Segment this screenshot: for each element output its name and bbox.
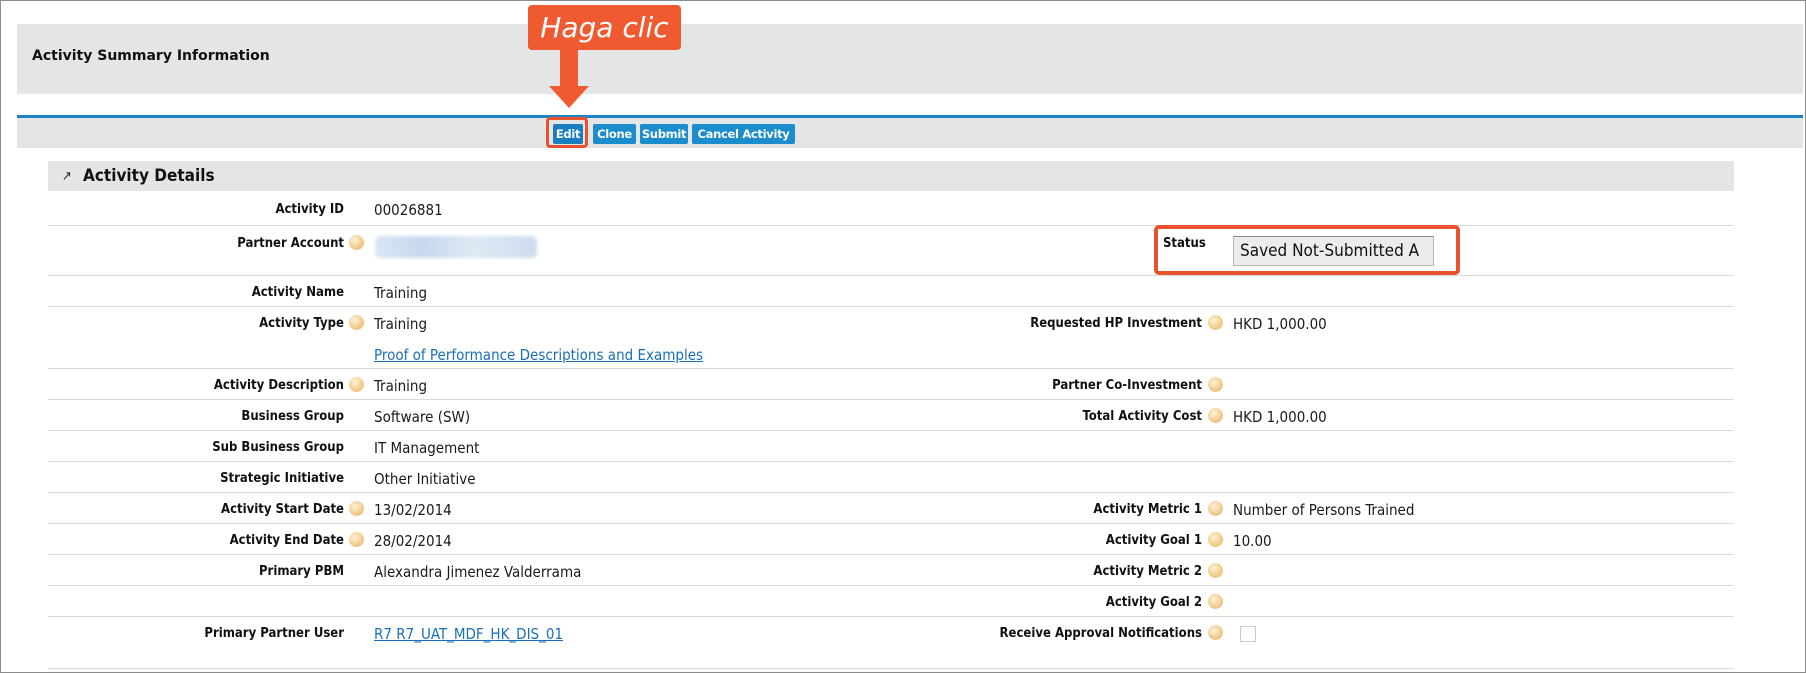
help-icon[interactable]: [349, 377, 364, 392]
row-divider: [48, 523, 1734, 524]
row-divider: [48, 306, 1734, 307]
summary-header: Activity Summary Information: [17, 24, 1803, 94]
activity-start-date-value: 13/02/2014: [374, 501, 452, 519]
activity-end-date-value: 28/02/2014: [374, 532, 452, 550]
receive-approval-notifications-label: Receive Approval Notifications: [999, 626, 1202, 641]
sub-business-group-value: IT Management: [374, 439, 480, 457]
down-arrow-icon: [549, 86, 589, 108]
activity-metric-1-label: Activity Metric 1: [1093, 502, 1202, 517]
activity-end-date-label: Activity End Date: [229, 533, 344, 548]
help-icon[interactable]: [1208, 315, 1223, 330]
section-title: Activity Details: [83, 166, 215, 186]
proof-of-performance-link[interactable]: Proof of Performance Descriptions and Ex…: [374, 346, 703, 364]
row-divider: [48, 430, 1734, 431]
submit-button[interactable]: Submit: [640, 124, 688, 144]
help-icon[interactable]: [1208, 563, 1223, 578]
activity-id-label: Activity ID: [275, 202, 344, 217]
help-icon[interactable]: [1208, 532, 1223, 547]
clone-button[interactable]: Clone: [593, 124, 636, 144]
row-divider: [48, 585, 1734, 586]
activity-id-value: 00026881: [374, 201, 443, 219]
row-divider: [48, 225, 1734, 226]
activity-type-value: Training: [374, 315, 428, 333]
help-icon[interactable]: [1208, 501, 1223, 516]
activity-description-value: Training: [374, 377, 428, 395]
row-divider: [48, 492, 1734, 493]
activity-metric-2-label: Activity Metric 2: [1093, 564, 1202, 579]
receive-approval-notifications-checkbox[interactable]: [1240, 626, 1256, 642]
primary-partner-user-link[interactable]: R7 R7_UAT_MDF_HK_DIS_01: [374, 625, 563, 643]
requested-hp-investment-value: HKD 1,000.00: [1233, 315, 1327, 333]
requested-hp-investment-label: Requested HP Investment: [1030, 316, 1202, 331]
action-toolbar: [17, 118, 1803, 148]
help-icon[interactable]: [1208, 594, 1223, 609]
primary-pbm-label: Primary PBM: [258, 564, 344, 579]
business-group-label: Business Group: [241, 409, 344, 424]
activity-name-value: Training: [374, 284, 428, 302]
primary-pbm-value: Alexandra Jimenez Valderrama: [374, 563, 582, 581]
edit-button-highlight: [546, 117, 588, 148]
primary-partner-user-label: Primary Partner User: [204, 626, 344, 641]
help-icon[interactable]: [349, 235, 364, 250]
collapse-arrow-icon[interactable]: ↗: [62, 169, 72, 184]
partner-account-label: Partner Account: [237, 236, 344, 251]
partner-co-investment-label: Partner Co-Investment: [1052, 378, 1202, 393]
activity-description-label: Activity Description: [213, 378, 344, 393]
activity-metric-1-value: Number of Persons Trained: [1233, 501, 1415, 519]
row-divider: [48, 668, 1734, 669]
activity-type-label: Activity Type: [259, 316, 344, 331]
strategic-initiative-label: Strategic Initiative: [220, 471, 344, 486]
callout-haga-clic: Haga clic: [528, 5, 681, 50]
help-icon[interactable]: [1208, 377, 1223, 392]
partner-account-value-blurred[interactable]: [375, 236, 537, 258]
row-divider: [48, 399, 1734, 400]
activity-goal-2-label: Activity Goal 2: [1105, 595, 1202, 610]
activity-start-date-label: Activity Start Date: [221, 502, 344, 517]
row-divider: [48, 275, 1734, 276]
total-activity-cost-value: HKD 1,000.00: [1233, 408, 1327, 426]
sub-business-group-label: Sub Business Group: [212, 440, 344, 455]
help-icon[interactable]: [349, 315, 364, 330]
activity-goal-1-label: Activity Goal 1: [1105, 533, 1202, 548]
cancel-activity-button[interactable]: Cancel Activity: [692, 124, 795, 144]
row-divider: [48, 554, 1734, 555]
callout-arrow-shaft: [560, 50, 578, 88]
help-icon[interactable]: [1208, 625, 1223, 640]
row-divider: [48, 368, 1734, 369]
row-divider: [48, 616, 1734, 617]
row-divider: [48, 461, 1734, 462]
strategic-initiative-value: Other Initiative: [374, 470, 476, 488]
activity-details-header[interactable]: [48, 161, 1734, 191]
summary-title: Activity Summary Information: [32, 48, 270, 64]
activity-goal-1-value: 10.00: [1233, 532, 1272, 550]
help-icon[interactable]: [349, 532, 364, 547]
help-icon[interactable]: [349, 501, 364, 516]
help-icon[interactable]: [1208, 408, 1223, 423]
activity-name-label: Activity Name: [251, 285, 344, 300]
business-group-value: Software (SW): [374, 408, 471, 426]
total-activity-cost-label: Total Activity Cost: [1082, 409, 1202, 424]
status-highlight: [1154, 225, 1460, 275]
